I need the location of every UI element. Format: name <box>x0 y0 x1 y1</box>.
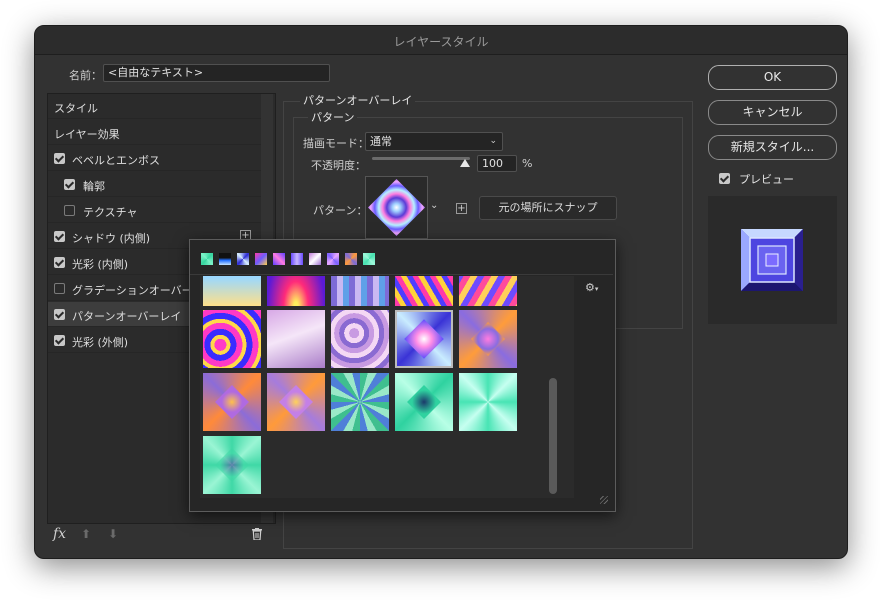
move-down-icon[interactable]: ⬇ <box>108 527 118 541</box>
grid-scrollbar-thumb[interactable] <box>549 378 557 494</box>
sidebar-item-contour[interactable]: 輪郭 <box>48 172 273 197</box>
recent-pattern-1[interactable] <box>201 253 213 265</box>
recent-pattern-10[interactable] <box>363 253 375 265</box>
sidebar-item-label: スタイル <box>54 102 98 115</box>
pattern-label: パターン： <box>313 204 368 217</box>
texture-checkbox[interactable] <box>64 205 75 216</box>
sidebar-item-label: 光彩 (内側) <box>72 258 129 271</box>
sidebar-item-label: 光彩 (外側) <box>72 336 129 349</box>
sidebar-item-layer-effects[interactable]: レイヤー効果 <box>48 120 273 145</box>
pattern-swatch[interactable] <box>365 176 428 239</box>
name-label: 名前： <box>69 69 102 82</box>
recent-pattern-2[interactable] <box>219 253 231 265</box>
pattern-thumb[interactable] <box>203 373 261 431</box>
pattern-thumb[interactable] <box>459 310 517 368</box>
preview-label: プレビュー <box>739 173 794 186</box>
pattern-thumb-selected[interactable] <box>395 310 453 368</box>
resize-grip-icon[interactable] <box>600 496 608 504</box>
blend-mode-select[interactable]: 通常 ⌄ <box>365 132 503 151</box>
opacity-slider-handle[interactable] <box>460 159 470 167</box>
recent-pattern-5[interactable] <box>273 253 285 265</box>
preview-thumbnail <box>708 196 837 324</box>
sidebar-item-texture[interactable]: テクスチャ <box>48 198 273 223</box>
sidebar-item-label: パターンオーバーレイ <box>72 310 182 323</box>
pattern-thumb[interactable] <box>395 276 453 306</box>
pattern-overlay-checkbox[interactable] <box>54 309 65 320</box>
preview-checkbox[interactable] <box>719 173 730 184</box>
pattern-thumb[interactable] <box>331 276 389 306</box>
inner-glow-checkbox[interactable] <box>54 257 65 268</box>
sidebar-item-styles[interactable]: スタイル <box>48 94 273 119</box>
recent-pattern-4[interactable] <box>255 253 267 265</box>
sidebar-item-label: シャドウ (内側) <box>72 232 151 245</box>
pattern-thumb[interactable] <box>203 276 261 306</box>
sidebar-item-label: レイヤー効果 <box>54 128 120 141</box>
grid-scrollbar[interactable] <box>546 276 560 498</box>
new-style-button[interactable]: 新規スタイル... <box>708 135 837 160</box>
trash-icon[interactable] <box>252 528 262 541</box>
pattern-thumb[interactable] <box>267 276 325 306</box>
sidebar-item-label: 輪郭 <box>83 180 105 193</box>
name-input[interactable]: <自由なテキスト> <box>103 64 330 82</box>
sidebar-item-bevel-emboss[interactable]: ベベルとエンボス <box>48 146 273 171</box>
opacity-unit: % <box>522 157 533 170</box>
pattern-thumb[interactable] <box>267 310 325 368</box>
recent-pattern-8[interactable] <box>327 253 339 265</box>
gradient-overlay-checkbox[interactable] <box>54 283 65 294</box>
subsection-title: パターン <box>308 109 358 125</box>
pattern-thumb[interactable] <box>267 373 325 431</box>
sidebar-item-label: ベベルとエンボス <box>72 154 160 167</box>
pattern-thumb[interactable] <box>395 373 453 431</box>
swatch-diamond <box>368 179 425 236</box>
opacity-label: 不透明度： <box>311 159 366 172</box>
bevel-emboss-checkbox[interactable] <box>54 153 65 164</box>
move-up-icon[interactable]: ⬆ <box>81 527 91 541</box>
recent-pattern-7[interactable] <box>309 253 321 265</box>
recent-patterns-bar <box>190 240 613 275</box>
pattern-thumb[interactable] <box>459 276 517 306</box>
chevron-down-icon: ⌄ <box>430 200 439 211</box>
outer-glow-checkbox[interactable] <box>54 335 65 346</box>
sidebar-item-label: テクスチャ <box>83 206 138 219</box>
pattern-picker-popup: ⚙▾ <box>189 239 616 512</box>
blend-mode-value: 通常 <box>370 135 392 148</box>
opacity-input[interactable]: 100 <box>477 155 517 172</box>
create-preset-plus-icon[interactable]: + <box>456 203 467 214</box>
title-bar: レイヤースタイル <box>35 26 847 55</box>
chevron-down-icon: ⌄ <box>489 136 497 146</box>
ok-button[interactable]: OK <box>708 65 837 90</box>
pattern-thumb[interactable] <box>203 310 261 368</box>
blend-mode-label: 描画モード： <box>303 137 369 150</box>
opacity-slider-track[interactable] <box>372 157 470 160</box>
pattern-thumb[interactable] <box>331 373 389 431</box>
pattern-thumb[interactable] <box>203 436 261 494</box>
inner-shadow-checkbox[interactable] <box>54 231 65 242</box>
window-title: レイヤースタイル <box>393 35 489 49</box>
fx-icon[interactable]: fx <box>53 526 66 542</box>
pattern-dropdown[interactable]: ⌄ <box>430 176 440 239</box>
contour-checkbox[interactable] <box>64 179 75 190</box>
gear-icon[interactable]: ⚙▾ <box>585 281 598 294</box>
pattern-thumb[interactable] <box>459 373 517 431</box>
recent-pattern-3[interactable] <box>237 253 249 265</box>
recent-pattern-9[interactable] <box>345 253 357 265</box>
section-title: パターンオーバーレイ <box>300 92 416 108</box>
cancel-button[interactable]: キャンセル <box>708 100 837 125</box>
pattern-thumb[interactable] <box>331 310 389 368</box>
pattern-grid <box>200 276 574 498</box>
recent-pattern-6[interactable] <box>291 253 303 265</box>
snap-to-origin-button[interactable]: 元の場所にスナップ <box>479 196 617 220</box>
